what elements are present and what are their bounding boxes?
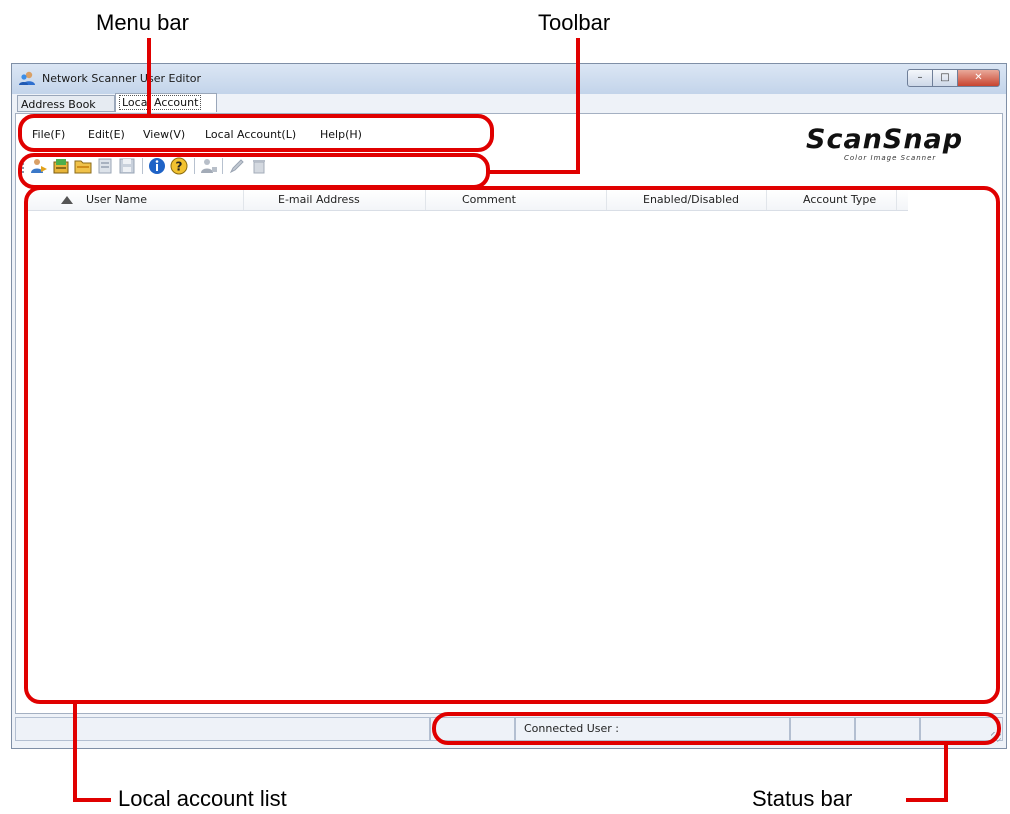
- menu-help[interactable]: Help(H): [320, 128, 362, 141]
- main-content: File(F) Edit(E) View(V) Local Account(L)…: [15, 113, 1003, 714]
- svg-text:?: ?: [176, 160, 183, 174]
- maximize-button[interactable]: □: [932, 69, 958, 87]
- connected-user-label: Connected User :: [524, 722, 620, 735]
- menu-local-account[interactable]: Local Account(L): [205, 128, 296, 141]
- tab-address-book[interactable]: Address Book: [17, 95, 115, 112]
- column-enabled-disabled[interactable]: Enabled/Disabled: [607, 190, 767, 210]
- status-panel-blank: [430, 717, 515, 741]
- scansnap-logo: ScanSnap Color Image Scanner: [806, 124, 986, 168]
- status-panel-2: [855, 717, 920, 741]
- logo-main-text: ScanSnap: [806, 124, 964, 155]
- column-enabled-disabled-label: Enabled/Disabled: [643, 193, 739, 206]
- column-user-name[interactable]: User Name: [28, 190, 244, 210]
- status-panel-1: [790, 717, 855, 741]
- minimize-button[interactable]: –: [907, 69, 933, 87]
- local-account-list-leader-horizontal: [73, 798, 111, 802]
- list-header: User Name E-mail Address Comment Enabled…: [28, 190, 908, 211]
- app-window: Network Scanner User Editor – □ ✕ Addres…: [11, 63, 1007, 749]
- info-icon[interactable]: [148, 157, 166, 175]
- toolbar-separator: [194, 158, 195, 174]
- toolbar: ?: [20, 155, 330, 179]
- delete-icon[interactable]: [250, 157, 268, 175]
- menu-bar: File(F) Edit(E) View(V) Local Account(L)…: [16, 124, 516, 146]
- column-email-address-label: E-mail Address: [278, 193, 360, 206]
- status-connected-user: Connected User :: [515, 717, 790, 741]
- toolbar-separator: [142, 158, 143, 174]
- status-bar-leader-vertical: [944, 744, 948, 802]
- close-button[interactable]: ✕: [957, 69, 1000, 87]
- status-bar-leader-horizontal: [906, 798, 948, 802]
- open-folder-icon[interactable]: [74, 157, 92, 175]
- toolbar-separator: [222, 158, 223, 174]
- toolbar-leader-vertical: [576, 38, 580, 174]
- toolbar-leader-horizontal: [488, 170, 580, 174]
- menu-bar-annotation: Menu bar: [96, 10, 189, 35]
- export-icon[interactable]: [96, 157, 114, 175]
- import-icon[interactable]: [52, 157, 70, 175]
- toolbar-annotation: Toolbar: [538, 10, 611, 35]
- menu-view[interactable]: View(V): [143, 128, 185, 141]
- sort-ascending-icon: [61, 196, 73, 204]
- column-user-name-label: User Name: [86, 193, 148, 206]
- title-bar[interactable]: Network Scanner User Editor – □ ✕: [12, 64, 1006, 94]
- help-icon[interactable]: ?: [170, 157, 188, 175]
- column-account-type-label: Account Type: [803, 193, 877, 206]
- menu-file[interactable]: File(F): [32, 128, 65, 141]
- column-comment[interactable]: Comment: [426, 190, 607, 210]
- logo-sub-text: Color Image Scanner: [844, 154, 937, 162]
- menu-bar-leader: [147, 38, 151, 116]
- connect-icon[interactable]: [30, 157, 48, 175]
- column-email-address[interactable]: E-mail Address: [244, 190, 426, 210]
- local-account-list-annotation: Local account list: [118, 786, 287, 811]
- resize-grip[interactable]: [991, 732, 1001, 742]
- window-title: Network Scanner User Editor: [42, 72, 202, 85]
- save-icon[interactable]: [118, 157, 136, 175]
- toolbar-grip[interactable]: [22, 159, 26, 173]
- edit-icon[interactable]: [228, 157, 246, 175]
- menu-edit[interactable]: Edit(E): [88, 128, 125, 141]
- column-comment-label: Comment: [462, 193, 516, 206]
- tab-local-account-label: Local Account: [119, 95, 202, 110]
- tab-local-account[interactable]: Local Account: [115, 93, 217, 112]
- local-account-list-leader-vertical: [73, 702, 77, 802]
- status-bar: Connected User :: [15, 714, 1003, 744]
- column-account-type[interactable]: Account Type: [767, 190, 897, 210]
- status-panel-main: [15, 717, 430, 741]
- local-account-list[interactable]: User Name E-mail Address Comment Enabled…: [28, 190, 1000, 698]
- add-user-icon[interactable]: [200, 157, 218, 175]
- app-user-icon: [19, 71, 35, 85]
- status-bar-annotation: Status bar: [752, 786, 853, 811]
